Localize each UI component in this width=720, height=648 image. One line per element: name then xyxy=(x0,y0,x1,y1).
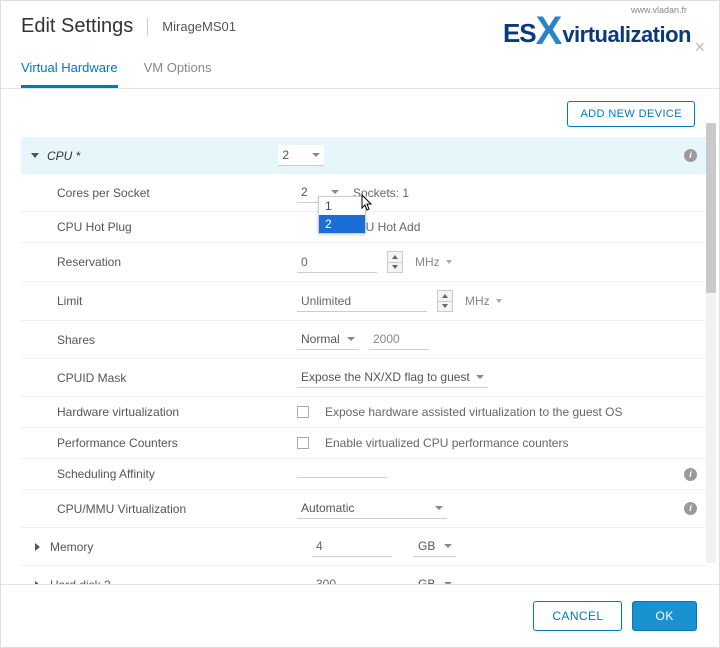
hardware-virtualization-checkbox[interactable] xyxy=(297,406,309,418)
shares-select[interactable]: Normal xyxy=(297,329,359,350)
cores-option-2[interactable]: 2 xyxy=(319,215,365,233)
cpuid-mask-select[interactable]: Expose the NX/XD flag to guest xyxy=(297,367,488,388)
add-new-device-button[interactable]: ADD NEW DEVICE xyxy=(567,101,695,127)
hard-disk-2-label: Hard disk 2 xyxy=(50,578,312,585)
tab-virtual-hardware[interactable]: Virtual Hardware xyxy=(21,50,118,88)
cores-per-socket-label: Cores per Socket xyxy=(57,186,297,200)
memory-input[interactable]: 4 xyxy=(312,536,392,557)
cpu-hot-plug-label: CPU Hot Plug xyxy=(57,220,297,234)
info-icon[interactable]: i xyxy=(684,468,697,481)
shares-label: Shares xyxy=(57,333,297,347)
cpu-mmu-label: CPU/MMU Virtualization xyxy=(57,502,297,516)
cpuid-mask-label: CPUID Mask xyxy=(57,371,297,385)
info-icon[interactable]: i xyxy=(684,149,697,162)
performance-counters-label: Performance Counters xyxy=(57,436,297,450)
scheduling-affinity-label: Scheduling Affinity xyxy=(57,467,297,481)
settings-content[interactable]: CPU * 2 i Cores per Socket 2 Sockets: 1 … xyxy=(1,137,719,584)
shares-value-input[interactable]: 2000 xyxy=(369,329,429,350)
ok-button[interactable]: OK xyxy=(632,601,697,631)
scrollbar[interactable] xyxy=(706,123,716,563)
section-memory[interactable]: Memory 4 GB xyxy=(21,527,707,565)
chevron-right-icon xyxy=(35,581,40,585)
limit-input[interactable]: Unlimited xyxy=(297,291,427,312)
cores-dropdown-menu[interactable]: 1 2 xyxy=(318,196,366,234)
tab-vm-options[interactable]: VM Options xyxy=(144,50,212,88)
limit-spinner[interactable] xyxy=(437,290,453,312)
close-icon[interactable]: × xyxy=(694,37,705,58)
brand-url: www.vladan.fr xyxy=(631,5,687,15)
limit-label: Limit xyxy=(57,294,297,308)
brand-logo: www.vladan.fr ESXvirtualization xyxy=(503,7,691,52)
hard-disk-2-unit-select[interactable]: GB xyxy=(414,574,456,584)
reservation-input[interactable]: 0 xyxy=(297,252,377,273)
scrollbar-thumb[interactable] xyxy=(706,123,716,293)
cancel-button[interactable]: CANCEL xyxy=(533,601,622,631)
section-cpu-label: CPU * xyxy=(47,149,80,163)
section-cpu[interactable]: CPU * 2 i xyxy=(21,137,707,174)
performance-counters-checkbox[interactable] xyxy=(297,437,309,449)
page-title: Edit Settings xyxy=(21,15,133,38)
memory-unit-select[interactable]: GB xyxy=(414,536,456,557)
info-icon[interactable]: i xyxy=(684,502,697,515)
vm-name: MirageMS01 xyxy=(162,19,236,34)
reservation-spinner[interactable] xyxy=(387,251,403,273)
cores-option-1[interactable]: 1 xyxy=(319,197,365,215)
limit-unit-select[interactable]: MHz xyxy=(463,292,504,310)
reservation-label: Reservation xyxy=(57,255,297,269)
hardware-virtualization-label: Hardware virtualization xyxy=(57,405,297,419)
chevron-down-icon xyxy=(31,153,39,158)
chevron-right-icon xyxy=(35,543,40,551)
performance-counters-text: Enable virtualized CPU performance count… xyxy=(325,436,568,450)
section-hard-disk-2[interactable]: Hard disk 2 300 GB xyxy=(21,565,707,584)
hard-disk-2-input[interactable]: 300 xyxy=(312,574,392,584)
hardware-virtualization-text: Expose hardware assisted virtualization … xyxy=(325,405,623,419)
reservation-unit-select[interactable]: MHz xyxy=(413,253,454,271)
cpu-count-select[interactable]: 2 xyxy=(278,145,324,166)
scheduling-affinity-input[interactable] xyxy=(297,471,387,478)
memory-label: Memory xyxy=(50,540,312,554)
separator xyxy=(147,18,148,36)
cpu-mmu-select[interactable]: Automatic xyxy=(297,498,447,519)
